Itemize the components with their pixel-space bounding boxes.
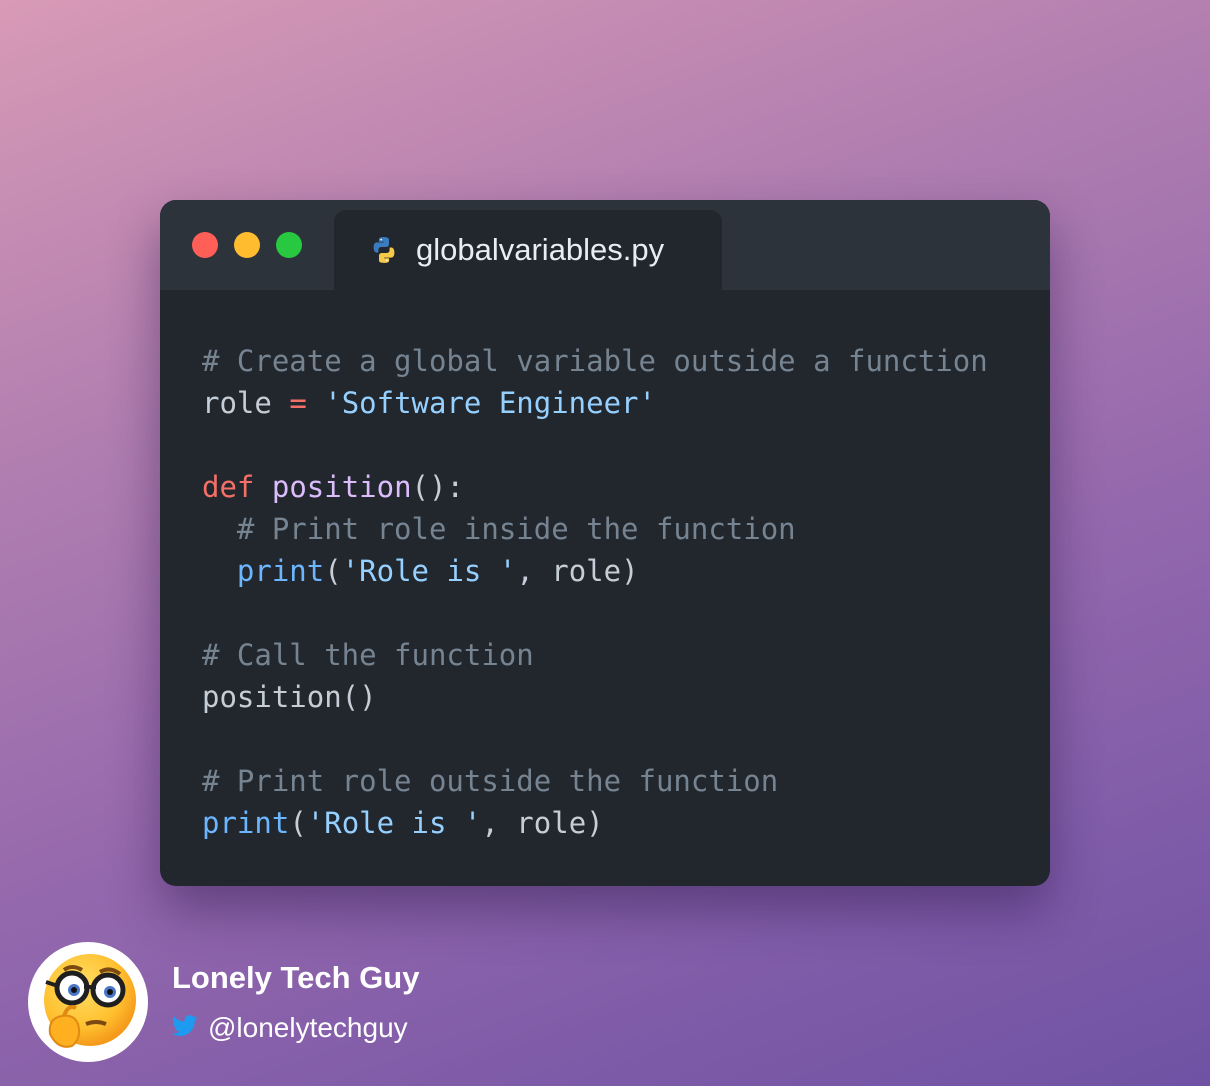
code-line: def position(): bbox=[202, 466, 988, 508]
code-token-plain: (): bbox=[411, 470, 464, 504]
code-token-string: 'Software Engineer' bbox=[324, 386, 656, 420]
code-token-operator: = bbox=[289, 386, 307, 420]
thinking-nerd-emoji-icon bbox=[28, 942, 148, 1062]
code-line: # Call the function bbox=[202, 634, 988, 676]
code-line: # Create a global variable outside a fun… bbox=[202, 340, 988, 382]
code-token-keyword: def bbox=[202, 470, 255, 504]
code-line: print('Role is ', role) bbox=[202, 802, 988, 844]
code-token-comment: # Create a global variable outside a fun… bbox=[202, 344, 988, 378]
window-titlebar: globalvariables.py bbox=[160, 200, 1050, 290]
code-token-builtin: print bbox=[202, 806, 290, 840]
twitter-icon bbox=[171, 1014, 198, 1038]
code-token-plain: position() bbox=[202, 680, 377, 714]
maximize-dot[interactable] bbox=[276, 232, 302, 258]
code-line: # Print role inside the function bbox=[202, 508, 988, 550]
code-token-builtin: print bbox=[236, 554, 325, 588]
author-card: Lonely Tech Guy @lonelytechguy bbox=[28, 942, 628, 1066]
code-line: role = 'Software Engineer' bbox=[202, 382, 988, 424]
code-token-plain: role bbox=[202, 386, 290, 420]
code-token-string: 'Role is ' bbox=[306, 806, 482, 840]
code-token-plain: , role) bbox=[516, 554, 639, 588]
tab-label: globalvariables.py bbox=[416, 232, 665, 267]
author-name: Lonely Tech Guy bbox=[172, 960, 420, 995]
code-token-plain: , role) bbox=[481, 806, 604, 840]
minimize-dot[interactable] bbox=[234, 232, 260, 258]
code-token-comment: # Print role outside the function bbox=[202, 764, 779, 798]
close-dot[interactable] bbox=[192, 232, 218, 258]
code-window: globalvariables.py # Create a global var… bbox=[160, 200, 1050, 886]
code-token-plain: ( bbox=[324, 554, 342, 588]
code-line: position() bbox=[202, 676, 988, 718]
code-token-comment: # Call the function bbox=[202, 638, 534, 672]
python-icon bbox=[368, 234, 400, 266]
author-handle: @lonelytechguy bbox=[208, 1012, 408, 1043]
code-token-string: 'Role is ' bbox=[341, 554, 517, 588]
code-line: # Print role outside the function bbox=[202, 760, 988, 802]
code-token-comment: # Print role inside the function bbox=[236, 512, 796, 546]
code-token-function: position bbox=[271, 470, 412, 504]
file-tab[interactable]: globalvariables.py bbox=[334, 210, 722, 290]
code-line: print('Role is ', role) bbox=[202, 550, 988, 592]
code-block[interactable]: # Create a global variable outside a fun… bbox=[202, 340, 988, 844]
code-token-plain: ( bbox=[289, 806, 307, 840]
